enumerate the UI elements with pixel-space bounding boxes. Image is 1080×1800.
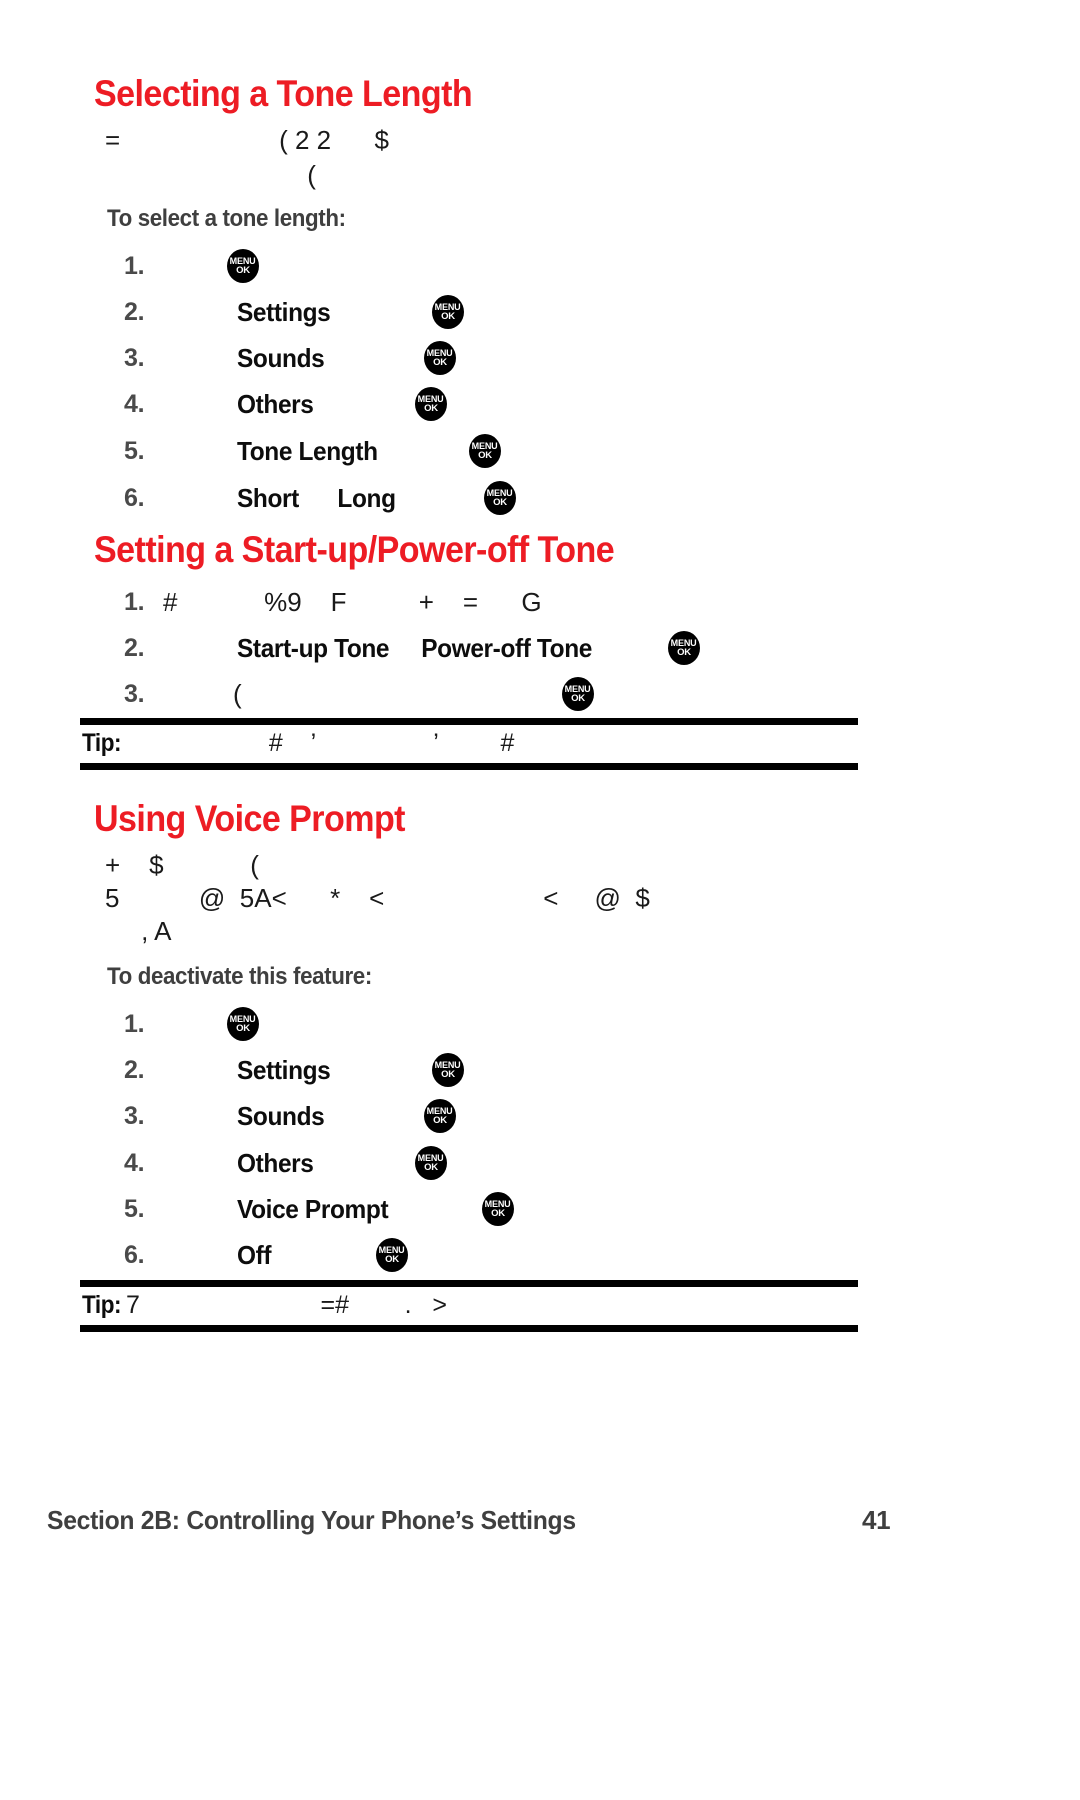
menu-ok-key-bottom-label: OK (491, 1208, 505, 1219)
step-number: 6. (124, 1241, 145, 1269)
step-number: 3. (124, 1102, 145, 1130)
subheading-to-deactivate-this-feature: To deactivate this feature: (107, 963, 372, 990)
menu-ok-key-icon[interactable]: MENU OK (668, 631, 700, 665)
menu-ok-key-icon[interactable]: MENU OK (562, 677, 594, 711)
document-page: Selecting a Tone Length = ( 2 2 $ ( To s… (0, 0, 1080, 1800)
menu-ok-key-icon[interactable]: MENU OK (227, 1007, 259, 1041)
intro-line-2: ( (105, 160, 316, 190)
intro-line-3: , A (105, 916, 172, 946)
intro-line-1: + $ ( (105, 850, 259, 880)
tip-label: Tip: (82, 729, 122, 757)
menu-ok-key-icon[interactable]: MENU OK (424, 341, 456, 375)
menu-ok-key-top-label: MENU (230, 255, 256, 267)
menu-ok-key-icon[interactable]: MENU OK (415, 1146, 447, 1180)
step-label-short-long: Short Long (237, 483, 396, 513)
menu-ok-key-icon[interactable]: MENU OK (376, 1238, 408, 1272)
menu-ok-key-icon[interactable]: MENU OK (227, 249, 259, 283)
step-label-sounds: Sounds (237, 343, 325, 373)
menu-ok-key-bottom-label: OK (571, 693, 585, 704)
menu-ok-key-top-label: MENU (671, 637, 697, 649)
intro-line-2: 5 @ 5A< * < < @ $ (105, 883, 650, 913)
menu-ok-key-icon[interactable]: MENU OK (482, 1192, 514, 1226)
step-number: 2. (124, 1056, 145, 1084)
menu-ok-key-top-label: MENU (472, 440, 498, 452)
menu-ok-key-top-label: MENU (418, 1152, 444, 1164)
tip-text: # ’ ’ # (130, 729, 515, 757)
step-label-settings: Settings (237, 297, 331, 327)
menu-ok-key-icon[interactable]: MENU OK (469, 434, 501, 468)
menu-ok-key-bottom-label: OK (441, 311, 455, 322)
step-label-off: Off (237, 1240, 272, 1270)
tip-rule-bottom (80, 1325, 858, 1332)
menu-ok-key-icon[interactable]: MENU OK (432, 1053, 464, 1087)
step-glyph-run: # %9 F + = G (163, 587, 542, 617)
step-number: 2. (124, 298, 145, 326)
step-number: 3. (124, 344, 145, 372)
step-number: 4. (124, 390, 145, 418)
menu-ok-key-bottom-label: OK (677, 647, 691, 658)
menu-ok-key-bottom-label: OK (236, 265, 250, 276)
step-label-voice-prompt: Voice Prompt (237, 1194, 389, 1224)
menu-ok-key-icon[interactable]: MENU OK (415, 387, 447, 421)
step-label-others: Others (237, 1148, 314, 1178)
step-number: 4. (124, 1149, 145, 1177)
menu-ok-key-top-label: MENU (379, 1244, 405, 1256)
menu-ok-key-bottom-label: OK (424, 403, 438, 414)
heading-using-voice-prompt: Using Voice Prompt (94, 798, 406, 839)
step-number: 1. (124, 1010, 145, 1038)
heading-setting-a-startup-poweroff-tone: Setting a Start-up/Power-off Tone (94, 529, 615, 570)
step-label-settings: Settings (237, 1055, 331, 1085)
menu-ok-key-top-label: MENU (427, 347, 453, 359)
menu-ok-key-top-label: MENU (565, 683, 591, 695)
step-number: 5. (124, 437, 145, 465)
menu-ok-key-bottom-label: OK (433, 1115, 447, 1126)
tip-label: Tip: (82, 1291, 122, 1319)
menu-ok-key-bottom-label: OK (236, 1023, 250, 1034)
menu-ok-key-bottom-label: OK (433, 357, 447, 368)
menu-ok-key-icon[interactable]: MENU OK (484, 481, 516, 515)
intro-line-1: = ( 2 2 $ (105, 125, 389, 155)
heading-selecting-a-tone-length: Selecting a Tone Length (94, 73, 473, 114)
step-number: 1. (124, 252, 145, 280)
step-label-others: Others (237, 389, 314, 419)
menu-ok-key-top-label: MENU (435, 301, 461, 313)
step-number: 2. (124, 634, 145, 662)
menu-ok-key-bottom-label: OK (385, 1254, 399, 1265)
tip-rule-top (80, 718, 858, 725)
menu-ok-key-bottom-label: OK (478, 450, 492, 461)
menu-ok-key-bottom-label: OK (441, 1069, 455, 1080)
menu-ok-key-bottom-label: OK (424, 1162, 438, 1173)
footer-section-label: Section 2B: Controlling Your Phone’s Set… (47, 1505, 576, 1535)
step-number: 3. (124, 680, 145, 708)
step-label-tone-length: Tone Length (237, 436, 378, 466)
subheading-to-select-a-tone-length: To select a tone length: (107, 205, 346, 232)
menu-ok-key-top-label: MENU (485, 1198, 511, 1210)
menu-ok-key-top-label: MENU (487, 487, 513, 499)
tip-rule-top (80, 1280, 858, 1287)
tip-text: 7 =# . > (126, 1291, 447, 1319)
menu-ok-key-top-label: MENU (435, 1059, 461, 1071)
menu-ok-key-top-label: MENU (230, 1013, 256, 1025)
step-number: 1. (124, 588, 145, 616)
menu-ok-key-top-label: MENU (418, 393, 444, 405)
step-number: 5. (124, 1195, 145, 1223)
step-label-sounds: Sounds (237, 1101, 325, 1131)
step-glyph-run: ( (233, 679, 242, 709)
step-number: 6. (124, 484, 145, 512)
tip-rule-bottom (80, 763, 858, 770)
menu-ok-key-icon[interactable]: MENU OK (424, 1099, 456, 1133)
menu-ok-key-bottom-label: OK (493, 497, 507, 508)
step-label-startup-poweroff-tone: Start-up Tone Power-off Tone (237, 633, 593, 663)
menu-ok-key-icon[interactable]: MENU OK (432, 295, 464, 329)
footer-page-number: 41 (862, 1505, 891, 1535)
menu-ok-key-top-label: MENU (427, 1105, 453, 1117)
